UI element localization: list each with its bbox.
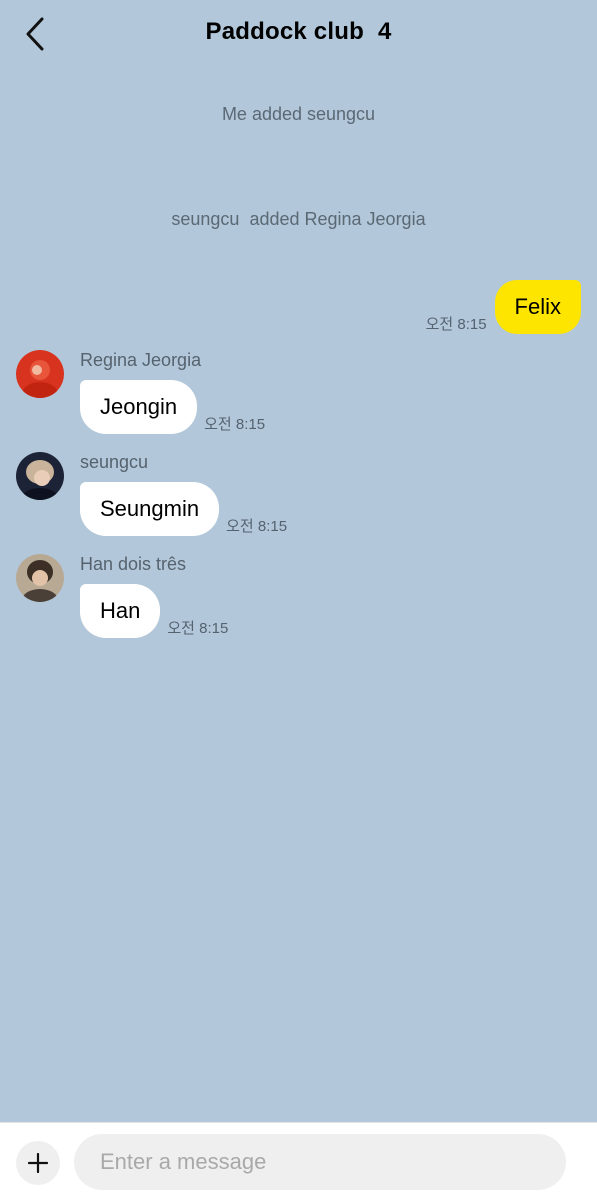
- sender-name: Han dois três: [80, 554, 187, 574]
- message-bubble[interactable]: Seungmin: [80, 482, 220, 536]
- avatar-image: [16, 554, 64, 602]
- plus-icon: [28, 1153, 48, 1173]
- system-message: Me added seungcu: [221, 104, 376, 124]
- message-bubble[interactable]: Han: [80, 584, 161, 638]
- my-message-bubble[interactable]: Felix: [494, 280, 581, 334]
- message-time: 오전 8:15: [425, 316, 487, 333]
- system-message: seungcu added Regina Jeorgia: [171, 209, 426, 229]
- chat-header: Paddock club 4: [0, 0, 597, 70]
- avatar[interactable]: [16, 350, 64, 398]
- message-time: 오전 8:15: [204, 416, 266, 433]
- avatar-image: [16, 350, 64, 398]
- message-bubble[interactable]: Jeongin: [80, 380, 198, 434]
- sender-name: seungcu: [80, 452, 149, 472]
- member-count: 4: [377, 18, 392, 45]
- attach-button[interactable]: [16, 1141, 60, 1185]
- message-composer: [0, 1122, 597, 1200]
- message-item: Han dois três Han 오전 8:15: [16, 554, 576, 644]
- sender-name: Regina Jeorgia: [80, 350, 202, 370]
- chat-title: Paddock club 4: [0, 18, 597, 46]
- message-input[interactable]: [74, 1134, 566, 1190]
- avatar[interactable]: [16, 452, 64, 500]
- message-item: Regina Jeorgia Jeongin 오전 8:15: [16, 350, 576, 440]
- my-message: 오전 8:15 Felix: [426, 280, 581, 334]
- avatar-image: [16, 452, 64, 500]
- message-time: 오전 8:15: [167, 620, 229, 637]
- avatar[interactable]: [16, 554, 64, 602]
- message-item: seungcu Seungmin 오전 8:15: [16, 452, 576, 542]
- message-time: 오전 8:15: [226, 518, 288, 535]
- chat-title-text: Paddock club: [205, 18, 364, 45]
